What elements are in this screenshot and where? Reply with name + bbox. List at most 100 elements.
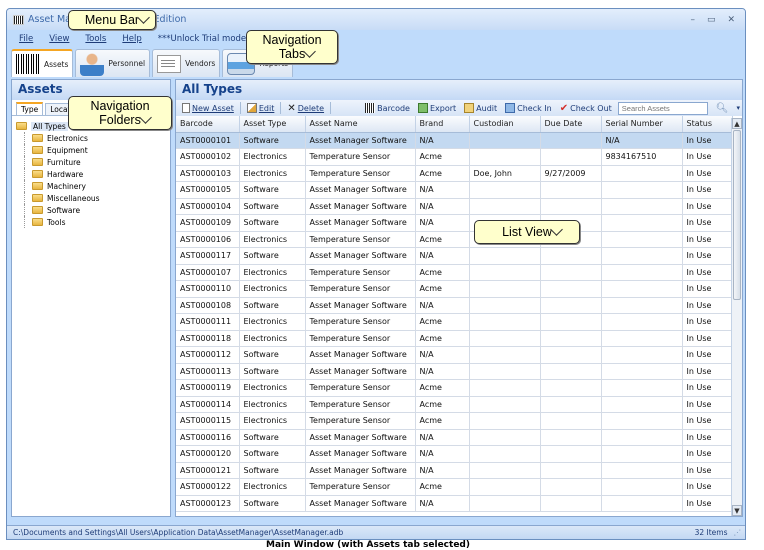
table-cell: In Use bbox=[682, 346, 733, 364]
tab-vendors-label: Vendors bbox=[185, 59, 216, 68]
person-icon bbox=[80, 51, 105, 76]
table-cell: Electronics bbox=[239, 165, 306, 182]
table-row[interactable]: AST0000103 Electronics Temperature Sensor A… bbox=[176, 165, 733, 182]
table-row[interactable]: AST0000118 Electronics Temperature Sensor A… bbox=[176, 330, 733, 347]
table-row[interactable]: AST0000105 Software Asset Manager Software… bbox=[176, 181, 733, 199]
table-cell: Temperature Sensor bbox=[305, 264, 416, 281]
table-row[interactable]: AST0000122 Electronics Temperature Sensor A… bbox=[176, 478, 733, 496]
column-header[interactable]: Asset Name bbox=[305, 116, 416, 133]
table-cell: N/A bbox=[415, 297, 470, 314]
table-row[interactable]: AST0000120 Software Asset Manager Software… bbox=[176, 445, 733, 463]
table-cell: AST0000123 bbox=[176, 495, 240, 512]
tree-node-machinery[interactable]: Machinery bbox=[16, 180, 166, 192]
toolbar-overflow-icon[interactable]: ▾ bbox=[736, 104, 742, 112]
table-cell: In Use bbox=[682, 396, 733, 413]
tree-node-equipment[interactable]: Equipment bbox=[16, 144, 166, 156]
tree-node-label: Tools bbox=[47, 217, 66, 227]
scrollbar-thumb[interactable] bbox=[733, 130, 741, 300]
column-header[interactable]: Brand bbox=[415, 116, 470, 133]
barcode-button[interactable]: Barcode bbox=[363, 103, 412, 113]
tree-node-furniture[interactable]: Furniture bbox=[16, 156, 166, 168]
check-out-label: Check Out bbox=[570, 103, 612, 113]
table-cell bbox=[469, 478, 541, 496]
check-out-button[interactable]: ✔ Check Out bbox=[558, 103, 614, 114]
tree-node-hardware[interactable]: Hardware bbox=[16, 168, 166, 180]
table-row[interactable]: AST0000107 Electronics Temperature Sensor A… bbox=[176, 264, 733, 281]
tab-assets[interactable]: Assets bbox=[11, 49, 74, 77]
export-button[interactable]: Export bbox=[416, 103, 458, 113]
column-header[interactable]: Custodian bbox=[469, 116, 541, 133]
table-cell bbox=[601, 198, 683, 215]
table-cell: 9834167510 bbox=[601, 148, 683, 166]
tree-node-electronics[interactable]: Electronics bbox=[16, 132, 166, 144]
menu-file[interactable]: File bbox=[19, 34, 33, 44]
column-header[interactable]: Due Date bbox=[540, 116, 602, 133]
table-row[interactable]: AST0000117 Software Asset Manager Software… bbox=[176, 247, 733, 265]
scroll-down-arrow-icon[interactable]: ▼ bbox=[732, 505, 742, 516]
table-cell bbox=[469, 462, 541, 479]
audit-button[interactable]: Audit bbox=[462, 103, 499, 113]
search-assets-input[interactable] bbox=[617, 101, 708, 115]
table-cell bbox=[540, 429, 602, 446]
navigation-tabs: Assets Personnel Vendors Reports bbox=[7, 47, 745, 77]
column-header[interactable]: Barcode bbox=[176, 116, 240, 133]
menu-tools[interactable]: Tools bbox=[85, 34, 106, 44]
menu-unlock-trial[interactable]: ***Unlock Trial mode*** bbox=[158, 34, 259, 44]
table-cell: Electronics bbox=[239, 148, 306, 166]
table-cell bbox=[601, 264, 683, 281]
figure-caption: Main Window (with Assets tab selected) bbox=[266, 540, 470, 550]
column-header[interactable]: Asset Type bbox=[239, 116, 306, 133]
close-button[interactable]: ✕ bbox=[727, 15, 735, 25]
table-row[interactable]: AST0000108 Software Asset Manager Software… bbox=[176, 297, 733, 314]
table-row[interactable]: AST0000119 Electronics Temperature Sensor A… bbox=[176, 379, 733, 397]
table-row[interactable]: AST0000111 Electronics Temperature Sensor A… bbox=[176, 313, 733, 331]
vertical-scrollbar[interactable]: ▲ ▼ bbox=[731, 118, 742, 516]
minimize-button[interactable]: – bbox=[690, 15, 695, 25]
folder-icon bbox=[32, 134, 43, 142]
tree-node-miscellaneous[interactable]: Miscellaneous bbox=[16, 192, 166, 204]
tab-personnel[interactable]: Personnel bbox=[75, 49, 151, 77]
table-cell bbox=[540, 379, 602, 397]
tree-node-software[interactable]: Software bbox=[16, 204, 166, 216]
column-header[interactable]: Serial Number bbox=[601, 116, 683, 133]
toolbar-separator bbox=[330, 102, 332, 114]
table-row[interactable]: AST0000112 Software Asset Manager Software… bbox=[176, 346, 733, 364]
table-row[interactable]: AST0000101 Software Asset Manager Software… bbox=[176, 132, 733, 149]
edit-button[interactable]: Edit bbox=[245, 103, 277, 113]
maximize-button[interactable]: ▭ bbox=[707, 15, 716, 25]
subtab-type[interactable]: Type bbox=[16, 102, 44, 115]
column-header[interactable]: Status bbox=[682, 116, 733, 133]
delete-button[interactable]: ✕ Delete bbox=[285, 103, 326, 114]
scroll-up-arrow-icon[interactable]: ▲ bbox=[732, 118, 742, 129]
app-barcode-icon bbox=[13, 14, 24, 25]
table-row[interactable]: AST0000121 Software Asset Manager Software… bbox=[176, 462, 733, 479]
table-row[interactable]: AST0000123 Software Asset Manager Software… bbox=[176, 495, 733, 512]
resize-grip-icon[interactable]: ⋰ bbox=[734, 528, 742, 537]
menu-help[interactable]: Help bbox=[122, 34, 141, 44]
table-cell bbox=[469, 198, 541, 215]
list-view-pane: All Types New Asset Edit ✕ Delete Barcode… bbox=[175, 79, 743, 517]
tree-node-tools[interactable]: Tools bbox=[16, 216, 166, 228]
new-asset-button[interactable]: New Asset bbox=[180, 103, 236, 113]
check-in-button[interactable]: Check In bbox=[503, 103, 554, 113]
table-cell: In Use bbox=[682, 445, 733, 463]
table-row[interactable]: AST0000104 Software Asset Manager Software… bbox=[176, 198, 733, 215]
tab-vendors[interactable]: Vendors bbox=[152, 49, 221, 77]
search-icon[interactable]: 🔍︎ bbox=[712, 103, 733, 114]
table-cell bbox=[469, 264, 541, 281]
table-row[interactable]: AST0000116 Software Asset Manager Software… bbox=[176, 429, 733, 446]
table-row[interactable]: AST0000114 Electronics Temperature Sensor A… bbox=[176, 396, 733, 413]
table-cell: Software bbox=[239, 445, 306, 463]
menu-view[interactable]: View bbox=[49, 34, 69, 44]
table-cell bbox=[601, 462, 683, 479]
table-row[interactable]: AST0000110 Electronics Temperature Sensor A… bbox=[176, 280, 733, 298]
table-row[interactable]: AST0000115 Electronics Temperature Sensor A… bbox=[176, 412, 733, 430]
table-cell bbox=[601, 379, 683, 397]
table-cell bbox=[540, 495, 602, 512]
table-cell bbox=[601, 495, 683, 512]
table-row[interactable]: AST0000109 Software Asset Manager Software… bbox=[176, 214, 733, 232]
table-row[interactable]: AST0000106 Electronics Temperature Sensor A… bbox=[176, 231, 733, 248]
table-cell bbox=[601, 396, 683, 413]
table-row[interactable]: AST0000113 Software Asset Manager Software… bbox=[176, 363, 733, 380]
table-row[interactable]: AST0000102 Electronics Temperature Sensor A… bbox=[176, 148, 733, 166]
